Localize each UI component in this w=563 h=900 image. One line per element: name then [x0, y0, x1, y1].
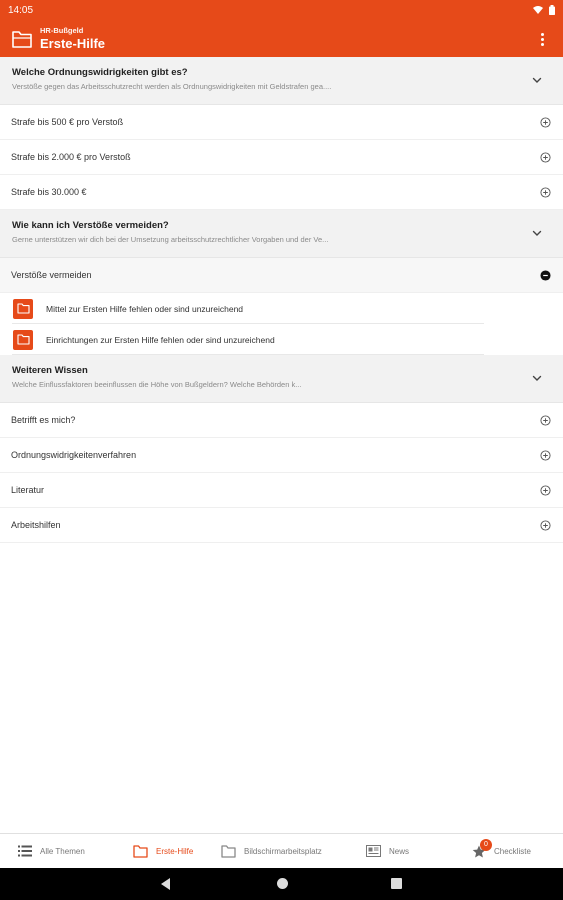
document-folder-icon — [13, 298, 33, 319]
overflow-menu-icon[interactable] — [537, 30, 547, 48]
section-header-weiteres-wissen[interactable]: Weiteren Wissen Welche Einflussfaktoren … — [0, 355, 563, 403]
list-item[interactable]: Strafe bis 500 € pro Verstoß — [0, 105, 563, 140]
section-subtitle: Welche Einflussfaktoren beeinflussen die… — [12, 380, 302, 389]
section-subtitle: Gerne unterstützen wir dich bei der Umse… — [12, 235, 329, 244]
plus-circle-icon[interactable] — [540, 449, 551, 461]
list-item[interactable]: Strafe bis 2.000 € pro Verstoß — [0, 140, 563, 175]
list-icon — [17, 844, 32, 858]
plus-circle-icon[interactable] — [540, 186, 551, 198]
plus-circle-icon[interactable] — [540, 484, 551, 496]
checklist-badge: 0 — [480, 838, 492, 851]
wifi-icon — [533, 6, 543, 14]
plus-circle-icon[interactable] — [540, 519, 551, 531]
list-item[interactable]: Arbeitshilfen — [0, 508, 563, 543]
list-item-expanded[interactable]: Verstöße vermeiden — [0, 258, 563, 293]
chevron-down-icon[interactable] — [531, 74, 543, 86]
folder-icon — [133, 844, 148, 858]
minus-circle-icon[interactable] — [540, 269, 551, 281]
back-icon[interactable] — [161, 878, 170, 890]
document-folder-icon — [13, 329, 33, 350]
status-bar: 14:05 — [0, 0, 563, 20]
content-list: Welche Ordnungswidrigkeiten gibt es? Ver… — [0, 57, 563, 543]
folder-icon — [12, 30, 32, 48]
nav-erste-hilfe[interactable]: Erste-Hilfe — [133, 834, 193, 869]
list-item[interactable]: Betrifft es mich? — [0, 403, 563, 438]
plus-circle-icon[interactable] — [540, 414, 551, 426]
system-navigation-bar — [0, 868, 563, 900]
page-title: Erste-Hilfe — [40, 36, 106, 51]
section-header-ordnungswidrigkeiten[interactable]: Welche Ordnungswidrigkeiten gibt es? Ver… — [0, 57, 563, 105]
nav-bildschirmarbeitsplatz[interactable]: Bildschirmarbeitsplatz — [221, 834, 322, 869]
document-item[interactable]: Einrichtungen zur Ersten Hilfe fehlen od… — [0, 324, 563, 355]
list-item[interactable]: Strafe bis 30.000 € — [0, 175, 563, 210]
nav-news[interactable]: News — [366, 834, 409, 869]
section-subtitle: Verstöße gegen das Arbeitsschutzrecht we… — [12, 82, 332, 91]
chevron-down-icon[interactable] — [531, 227, 543, 239]
newspaper-icon — [366, 844, 381, 858]
section-title: Welche Ordnungswidrigkeiten gibt es? — [12, 67, 188, 78]
recents-icon[interactable] — [391, 878, 402, 889]
list-item[interactable]: Ordnungswidrigkeitenverfahren — [0, 438, 563, 473]
section-title: Wie kann ich Verstöße vermeiden? — [12, 220, 169, 231]
chevron-down-icon[interactable] — [531, 372, 543, 384]
section-header-vermeiden[interactable]: Wie kann ich Verstöße vermeiden? Gerne u… — [0, 210, 563, 258]
home-icon[interactable] — [277, 878, 288, 889]
app-subtitle: HR-Bußgeld — [40, 26, 84, 35]
bottom-navigation: Alle Themen Erste-Hilfe Bildschirmarbeit… — [0, 833, 563, 868]
document-item[interactable]: Mittel zur Ersten Hilfe fehlen oder sind… — [0, 293, 563, 324]
nav-checkliste[interactable]: 0 Checkliste — [471, 834, 531, 869]
status-time: 14:05 — [8, 4, 34, 16]
section-title: Weiteren Wissen — [12, 365, 88, 376]
plus-circle-icon[interactable] — [540, 116, 551, 128]
plus-circle-icon[interactable] — [540, 151, 551, 163]
battery-icon — [549, 5, 555, 15]
app-bar: HR-Bußgeld Erste-Hilfe — [0, 20, 563, 57]
folder-icon — [221, 844, 236, 858]
nav-alle-themen[interactable]: Alle Themen — [17, 834, 85, 869]
list-item[interactable]: Literatur — [0, 473, 563, 508]
